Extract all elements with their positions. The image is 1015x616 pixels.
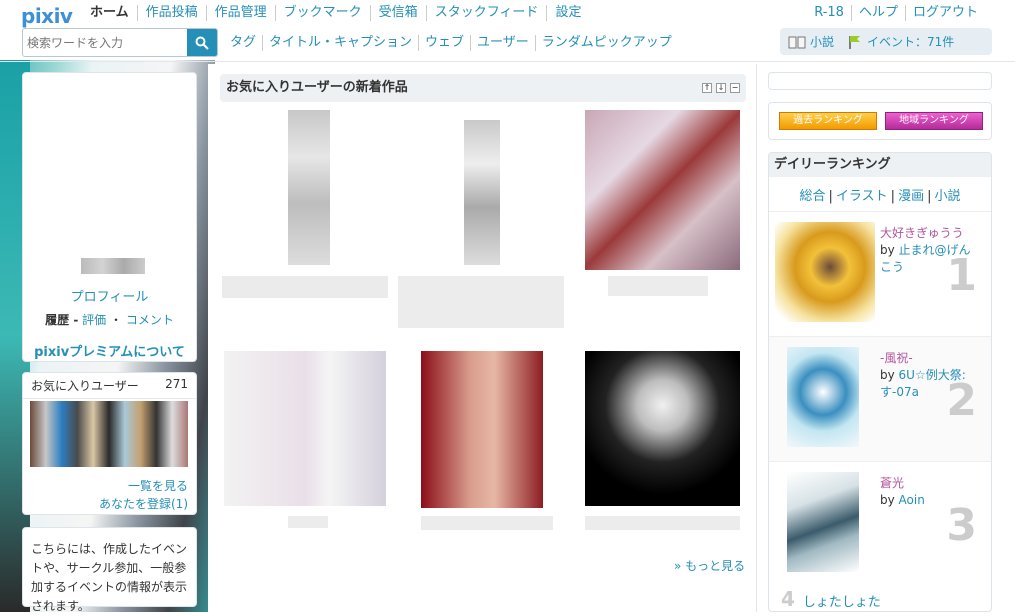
ranking-item[interactable]: -風祝- by 6U☆例大祭: す-07a 2 — [769, 336, 991, 462]
search-icon — [195, 36, 209, 50]
tab-illust[interactable]: イラスト — [836, 189, 888, 204]
work-caption-blurred — [608, 276, 708, 296]
region-ranking-button[interactable]: 地域ランキング — [885, 112, 983, 130]
tab-overall[interactable]: 総合 — [800, 189, 826, 204]
rank-number: 2 — [946, 375, 977, 426]
past-ranking-button[interactable]: 過去ランキング — [779, 112, 877, 130]
flag-icon — [849, 35, 861, 49]
ranking-title[interactable]: 蒼光 — [880, 474, 904, 491]
right-top-box — [768, 72, 992, 90]
work-thumbnail[interactable] — [421, 351, 543, 508]
search-input[interactable] — [27, 33, 187, 53]
username-blurred — [81, 258, 145, 274]
ranking-item[interactable]: 蒼光 by Aoin 3 — [769, 461, 991, 581]
ranking-thumbnail[interactable] — [787, 347, 859, 447]
subnav-web[interactable]: ウェブ — [418, 35, 470, 51]
fav-users-count: 271 — [165, 377, 188, 391]
section-header: お気に入りユーザーの新着作品 ↑ ↓ − — [220, 74, 746, 102]
move-up-icon[interactable]: ↑ — [702, 83, 712, 93]
subnav-user[interactable]: ユーザー — [470, 35, 535, 51]
fav-users-header: お気に入りユーザー 271 — [23, 373, 196, 399]
work-thumbnail[interactable] — [224, 351, 386, 506]
nav-inbox[interactable]: 受信箱 — [369, 5, 426, 21]
section-controls: ↑ ↓ − — [702, 83, 740, 93]
nav-settings[interactable]: 設定 — [546, 5, 589, 21]
work-caption-blurred — [398, 276, 564, 328]
history-sep: ・ — [109, 313, 122, 327]
nav-stackfeed[interactable]: スタックフィード — [425, 5, 547, 21]
header-divider — [0, 61, 1015, 62]
nav-r18[interactable]: R-18 — [807, 5, 851, 21]
header: pixiv ホーム 作品投稿 作品管理 ブックマーク 受信箱 スタックフィード … — [0, 0, 1015, 60]
move-down-icon[interactable]: ↓ — [716, 83, 726, 93]
right-column: 過去ランキング 地域ランキング デイリーランキング 総合 | イラスト | 漫画 | 小説 … — [768, 72, 992, 612]
section-title: お気に入りユーザーの新着作品 — [226, 80, 408, 95]
collapse-icon[interactable]: − — [730, 83, 740, 93]
ranking-title[interactable]: しょたしょた — [803, 595, 881, 610]
profile-panel: プロフィール 履歴 - 評価 ・ コメント pixivプレミアムについて — [22, 72, 197, 362]
subnav-tag[interactable]: タグ — [230, 35, 262, 51]
work-thumbnail[interactable] — [288, 110, 330, 265]
ranking-buttons: 過去ランキング 地域ランキング — [768, 102, 992, 140]
nav-manage[interactable]: 作品管理 — [205, 5, 275, 21]
divider-right — [756, 64, 757, 612]
work-caption-blurred — [288, 516, 328, 528]
fav-users-label[interactable]: お気に入りユーザー — [31, 377, 139, 394]
daily-ranking-panel: デイリーランキング 総合 | イラスト | 漫画 | 小説 大好きぎゅうう by 止まれ@げ… — [768, 152, 992, 612]
premium-link[interactable]: pixivプレミアムについて — [23, 341, 196, 360]
ranking-item[interactable]: 大好きぎゅうう by 止まれ@げんこう 1 — [769, 211, 991, 331]
rank-number: 3 — [946, 500, 977, 551]
work-caption-blurred — [585, 516, 740, 530]
work-thumbnail[interactable] — [585, 351, 740, 506]
left-column: プロフィール 履歴 - 評価 ・ コメント pixivプレミアムについて お気に… — [22, 72, 197, 613]
top-nav: ホーム 作品投稿 作品管理 ブックマーク 受信箱 スタックフィード 設定 — [90, 5, 589, 21]
ranking-tabs: 総合 | イラスト | 漫画 | 小説 — [799, 189, 961, 204]
ranking-thumbnail[interactable] — [787, 472, 859, 572]
work-caption-blurred — [222, 276, 388, 298]
rank-number: 1 — [946, 250, 977, 301]
ranking-item-4[interactable]: 4 しょたしょた — [781, 587, 881, 611]
events-text: こちらには、作成したイベントや、サークル参加、一般参加するイベントの情報が表示さ… — [31, 542, 188, 613]
see-all-link[interactable]: 一覧を見る — [128, 477, 188, 494]
history-row: 履歴 - 評価 ・ コメント — [23, 311, 196, 328]
nav-upload[interactable]: 作品投稿 — [136, 5, 206, 21]
nav-logout[interactable]: ログアウト — [904, 5, 985, 21]
center-column: お気に入りユーザーの新着作品 ↑ ↓ − » もっと見る — [208, 64, 755, 612]
profile-link[interactable]: プロフィール — [23, 286, 196, 305]
pixiv-logo[interactable]: pixiv — [21, 4, 73, 28]
book-icon — [788, 36, 806, 48]
fav-users-panel: お気に入りユーザー 271 一覧を見る あなたを登録(1) — [22, 372, 197, 515]
events-panel: こちらには、作成したイベントや、サークル参加、一般参加するイベントの情報が表示さ… — [22, 527, 197, 613]
work-thumbnail[interactable] — [464, 120, 500, 265]
tab-manga[interactable]: 漫画 — [898, 189, 924, 204]
work-caption-blurred — [421, 516, 553, 530]
search-subnav: タグ タイトル・キャプション ウェブ ユーザー ランダムピックアップ — [230, 35, 678, 51]
history-label: 履歴 - — [45, 313, 79, 327]
registered-link[interactable]: あなたを登録(1) — [99, 495, 188, 512]
author-link[interactable]: Aoin — [899, 493, 925, 507]
nav-bookmark[interactable]: ブックマーク — [274, 5, 370, 21]
more-link[interactable]: » もっと見る — [674, 557, 745, 574]
nav-help[interactable]: ヘルプ — [850, 5, 905, 21]
history-comment-link[interactable]: コメント — [126, 313, 174, 327]
tab-novel[interactable]: 小説 — [934, 189, 960, 204]
subnav-title[interactable]: タイトル・キャプション — [262, 35, 418, 51]
search-button[interactable] — [187, 29, 217, 56]
work-thumbnail[interactable] — [585, 110, 740, 270]
nav-home[interactable]: ホーム — [90, 5, 137, 21]
event-link[interactable]: イベント：71件 — [848, 33, 954, 50]
ranking-title[interactable]: -風祝- — [880, 349, 913, 366]
ranking-thumbnail[interactable] — [775, 222, 875, 322]
novel-link[interactable]: 小説 — [788, 33, 834, 50]
info-box: 小説 イベント：71件 — [780, 28, 992, 55]
right-nav: R-18 ヘルプ ログアウト — [807, 5, 985, 21]
search-box — [22, 28, 218, 57]
ranking-title[interactable]: 大好きぎゅうう — [880, 224, 964, 241]
fav-users-avatars[interactable] — [30, 401, 188, 467]
history-eval-link[interactable]: 評価 — [82, 313, 106, 327]
daily-ranking-title: デイリーランキング — [769, 153, 991, 177]
rank-number: 4 — [781, 587, 795, 611]
subnav-random[interactable]: ランダムピックアップ — [534, 35, 678, 51]
